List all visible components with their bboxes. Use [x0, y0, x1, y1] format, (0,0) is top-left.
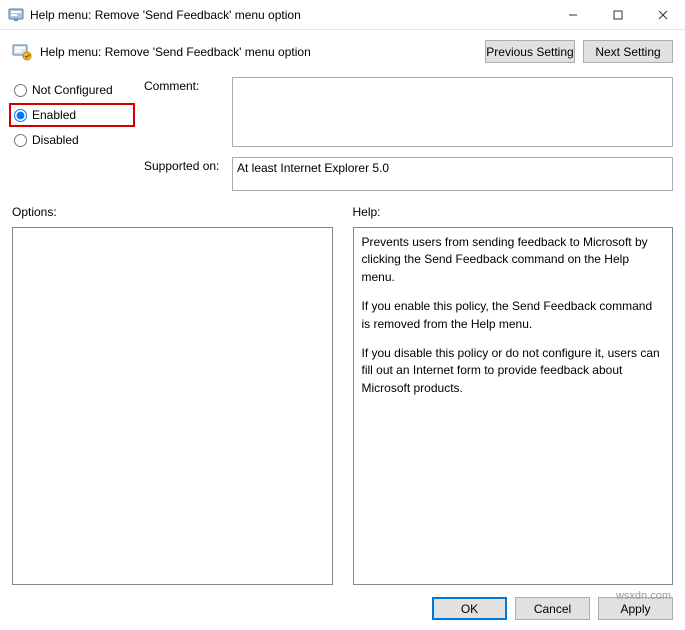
previous-setting-button[interactable]: Previous Setting	[485, 40, 575, 63]
ok-button[interactable]: OK	[432, 597, 507, 620]
window-title: Help menu: Remove 'Send Feedback' menu o…	[30, 0, 550, 30]
options-label: Options:	[12, 205, 333, 219]
help-label: Help:	[353, 205, 674, 219]
radio-disabled-label: Disabled	[32, 133, 79, 147]
policy-header: Help menu: Remove 'Send Feedback' menu o…	[12, 40, 673, 63]
help-panel[interactable]: Prevents users from sending feedback to …	[353, 227, 674, 585]
cancel-button[interactable]: Cancel	[515, 597, 590, 620]
supported-label: Supported on:	[144, 157, 224, 173]
radio-not-configured[interactable]: Not Configured	[12, 81, 132, 99]
supported-on-box: At least Internet Explorer 5.0	[232, 157, 673, 191]
window-controls	[550, 0, 685, 29]
radio-disabled[interactable]: Disabled	[12, 131, 132, 149]
comment-label: Comment:	[144, 77, 224, 93]
radio-disabled-input[interactable]	[14, 134, 27, 147]
fields-column: Comment: Supported on: At least Internet…	[144, 77, 673, 191]
help-column: Help: Prevents users from sending feedba…	[353, 205, 674, 585]
watermark: wsxdn.com	[616, 590, 671, 602]
help-paragraph-1: Prevents users from sending feedback to …	[362, 234, 665, 286]
options-panel[interactable]	[12, 227, 333, 585]
supported-row: Supported on: At least Internet Explorer…	[144, 157, 673, 191]
lower-panels: Options: Help: Prevents users from sendi…	[12, 205, 673, 585]
options-column: Options:	[12, 205, 333, 585]
settings-area: Not Configured Enabled Disabled Comment:…	[12, 77, 673, 191]
setting-radios: Not Configured Enabled Disabled	[12, 77, 132, 191]
maximize-button[interactable]	[595, 0, 640, 29]
help-paragraph-3: If you disable this policy or do not con…	[362, 345, 665, 397]
comment-input[interactable]	[232, 77, 673, 147]
minimize-button[interactable]	[550, 0, 595, 29]
dialog-footer: OK Cancel Apply	[12, 585, 673, 620]
radio-not-configured-input[interactable]	[14, 84, 27, 97]
help-paragraph-2: If you enable this policy, the Send Feed…	[362, 298, 665, 333]
radio-not-configured-label: Not Configured	[32, 83, 113, 97]
radio-enabled-input[interactable]	[14, 109, 27, 122]
comment-row: Comment:	[144, 77, 673, 147]
client-area: Help menu: Remove 'Send Feedback' menu o…	[0, 30, 685, 630]
policy-title: Help menu: Remove 'Send Feedback' menu o…	[40, 45, 477, 59]
titlebar: Help menu: Remove 'Send Feedback' menu o…	[0, 0, 685, 30]
radio-enabled-label: Enabled	[32, 108, 76, 122]
radio-enabled[interactable]: Enabled	[9, 103, 135, 127]
app-icon	[8, 7, 24, 23]
next-setting-button[interactable]: Next Setting	[583, 40, 673, 63]
policy-icon	[12, 42, 32, 62]
close-button[interactable]	[640, 0, 685, 29]
